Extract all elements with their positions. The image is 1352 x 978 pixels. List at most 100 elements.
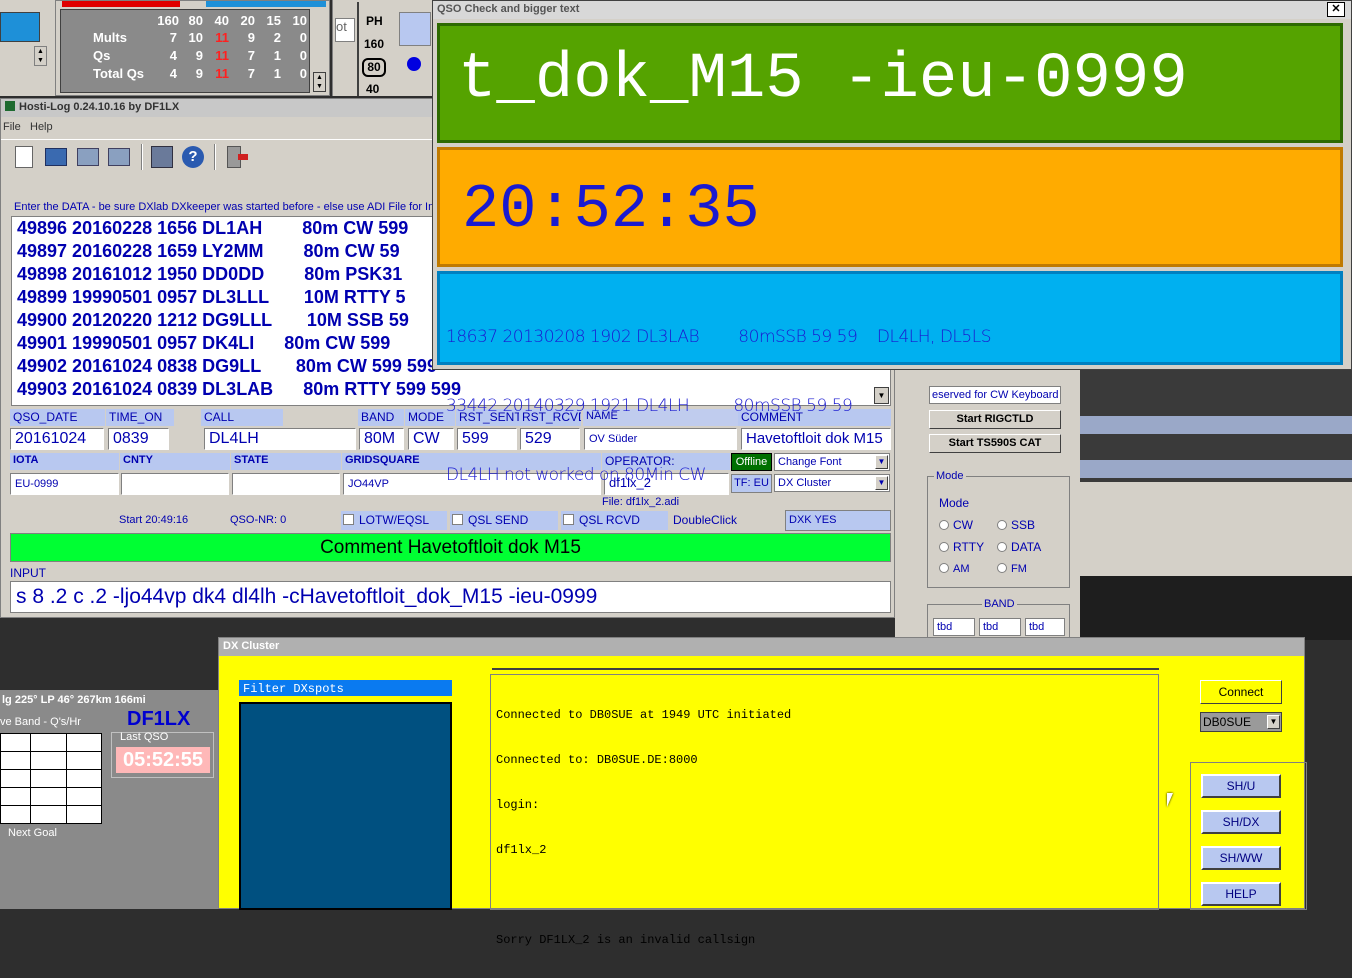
mouse-cursor-icon: [1167, 793, 1173, 807]
save-icon[interactable]: [77, 148, 99, 166]
stats-window: 160 80 40 20 15 10 Mults 7 10 11 9 2 0 Qs 491…: [55, 0, 330, 96]
stats-cell: 11: [215, 48, 229, 63]
log-line-text: 49902 20161024 0838 DG9LL 80m CW 599 599: [17, 356, 437, 376]
console-line: login:: [496, 798, 540, 812]
dx-cluster-titlebar: DX Cluster: [219, 638, 1304, 656]
filter-label-text: Filter DXspots: [243, 682, 344, 696]
stats-scrollbar[interactable]: ▲ ▼: [313, 72, 326, 92]
stats-cell: 7: [247, 48, 255, 63]
hdr-time-on: TIME_ON: [106, 409, 174, 426]
data-hint: Enter the DATA - be sure DXlab DXkeeper …: [14, 201, 444, 213]
iota-field[interactable]: EU-0999: [10, 473, 119, 495]
big-call-text: t_dok_M15 -ieu-0999: [458, 44, 1188, 116]
console-line: Sorry DF1LX_2 is an invalid callsign: [496, 933, 756, 947]
top-left-spinner[interactable]: ▲ ▼: [34, 46, 47, 66]
config-icon[interactable]: [151, 146, 173, 168]
time-on-field[interactable]: 0839: [108, 428, 169, 450]
band-slot[interactable]: tbd: [979, 618, 1021, 636]
save-as-icon[interactable]: [108, 148, 130, 166]
call-field[interactable]: DL4LH: [204, 428, 356, 450]
filter-dxspots-list[interactable]: [239, 702, 452, 910]
stats-cell: 4: [169, 48, 177, 63]
dx-cluster-title: DX Cluster: [223, 640, 280, 652]
band-slot[interactable]: tbd: [933, 618, 975, 636]
ph-divider: [357, 2, 359, 96]
band-10: 10: [292, 13, 307, 28]
side-text: ot: [335, 18, 355, 42]
hdr-state: STATE: [231, 453, 341, 470]
ph-panel: ot PH 160 80 40: [332, 0, 432, 96]
cnty-field[interactable]: [121, 473, 229, 495]
log-line-text: 49900 20120220 1212 DG9LLL 10M SSB 59: [17, 310, 409, 330]
log-line-text: 49899 19990501 0957 DL3LLL 10M RTTY 5: [17, 287, 406, 307]
right-strip: [1080, 416, 1352, 434]
mode-radio-label: SSB: [1011, 518, 1036, 532]
ph-band-40[interactable]: 40: [366, 82, 379, 96]
close-icon[interactable]: ✕: [1327, 2, 1345, 17]
connect-button[interactable]: Connect: [1200, 680, 1282, 704]
open-folder-icon[interactable]: [45, 148, 67, 166]
sh-u-button[interactable]: SH/U: [1201, 774, 1281, 798]
stats-cell: 11: [215, 30, 229, 45]
stats-row-mults: Mults 7 10 11 9 2 0: [93, 30, 313, 46]
mode-radio-ssb[interactable]: SSB: [997, 518, 1035, 532]
stats-cell: 0: [299, 48, 307, 63]
radio-circle: [939, 563, 949, 573]
stats-cell: 7: [247, 66, 255, 81]
console-top-rule: [492, 668, 1159, 670]
comment-banner: Comment Havetoftloit dok M15: [10, 533, 891, 562]
right-panel-dark: [1080, 576, 1352, 640]
start-time-label: Start 20:49:16: [119, 514, 189, 526]
ph-band-160[interactable]: 160: [361, 37, 387, 53]
sh-ww-button[interactable]: SH/WW: [1201, 846, 1281, 870]
band-field[interactable]: 80M: [359, 428, 404, 450]
right-strip: [1080, 460, 1352, 478]
status-panel: lg 225° LP 46° 267km 166mi ve Band - Q's…: [0, 690, 218, 909]
band-40: 40: [214, 13, 229, 28]
stats-grid: 160 80 40 20 15 10 Mults 7 10 11 9 2 0 Qs 491…: [60, 9, 326, 93]
band-160: 160: [157, 13, 179, 28]
state-field[interactable]: [232, 473, 340, 495]
band-slot[interactable]: tbd: [1025, 618, 1065, 636]
qso-date-field[interactable]: 20161024: [10, 428, 104, 450]
mode-radio-fm[interactable]: FM: [997, 563, 1027, 575]
mode-radio-rtty[interactable]: RTTY: [939, 540, 984, 554]
stats-cell: 9: [195, 48, 203, 63]
stats-cell: 0: [299, 30, 307, 45]
mode-radio-data[interactable]: DATA: [997, 540, 1041, 554]
mode-radio-am[interactable]: AM: [939, 563, 970, 575]
checkbox-box: [343, 514, 354, 525]
new-file-icon[interactable]: [15, 146, 33, 168]
heading-info: lg 225° LP 46° 267km 166mi: [2, 694, 146, 706]
next-goal-label: Next Goal: [8, 827, 57, 839]
command-input[interactable]: s 8 .2 c .2 -ljo44vp dk4 dl4lh -cHavetof…: [10, 581, 891, 613]
radio-circle: [997, 520, 1007, 530]
big-text-panel: t_dok_M15 -ieu-0999: [437, 23, 1343, 143]
toolbar-separator: [214, 144, 216, 170]
own-callsign: DF1LX: [127, 708, 191, 730]
log-line-text: 49896 20160228 1656 DL1AH 80m CW 599: [17, 218, 409, 238]
lotw-label: LOTW/EQSL: [359, 513, 430, 527]
server-select[interactable]: DB0SUE ▼: [1200, 712, 1282, 732]
sh-dx-button[interactable]: SH/DX: [1201, 810, 1281, 834]
cluster-console[interactable]: Connected to DB0SUE at 1949 UTC initiate…: [490, 674, 1159, 947]
band-group-legend: BAND: [984, 598, 1015, 610]
menu-file[interactable]: File: [3, 121, 21, 133]
console-line: Connected to DB0SUE at 1949 UTC initiate…: [496, 708, 792, 722]
ph-label: PH: [366, 14, 383, 28]
help-icon[interactable]: ?: [182, 146, 204, 168]
exit-icon[interactable]: [227, 146, 248, 168]
qso-check-titlebar: QSO Check and bigger text: [433, 1, 1351, 19]
band-80: 80: [188, 13, 203, 28]
ph-blue-field: [399, 12, 431, 46]
mode-radio-label: RTTY: [953, 540, 985, 554]
help-button[interactable]: HELP: [1201, 882, 1281, 906]
stats-cell: 1: [273, 66, 281, 81]
log-line-text: 49898 20161012 1950 DD0DD 80m PSK31: [17, 264, 403, 284]
ph-band-80[interactable]: 80: [362, 58, 386, 77]
menu-help[interactable]: Help: [30, 121, 53, 133]
ph-indicator-dot: [407, 57, 421, 71]
time-panel: 20:52:35: [437, 147, 1343, 267]
lotw-eqsl-checkbox[interactable]: LOTW/EQSL: [341, 511, 447, 530]
